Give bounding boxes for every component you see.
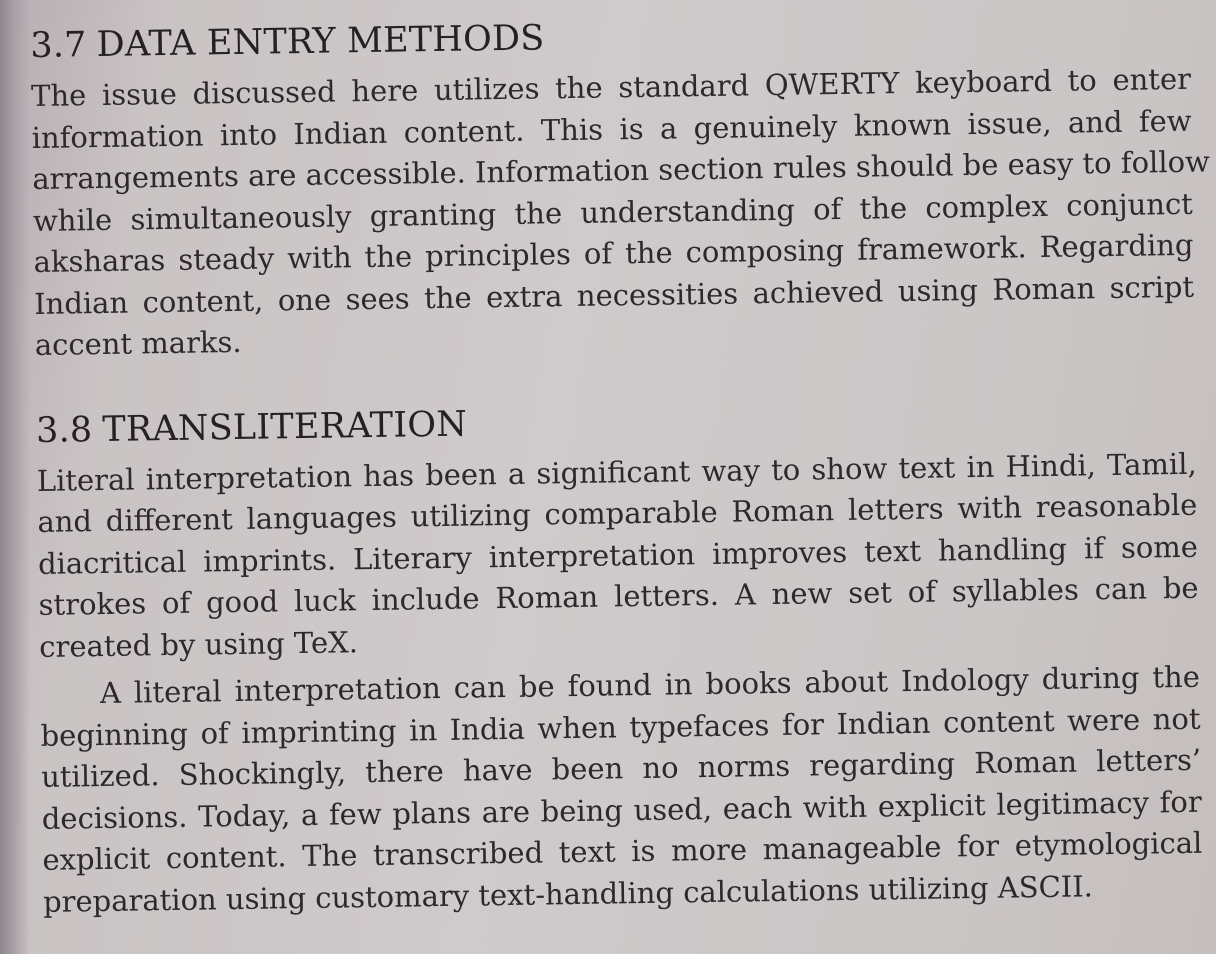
section-heading-data-entry-methods: 3.7 DATA ENTRY METHODS	[30, 5, 1191, 70]
paragraph-data-entry: The issue discussed here utilizes the st…	[31, 59, 1210, 367]
section-heading-transliteration: 3.8 TRANSLITERATION	[36, 389, 1197, 454]
paragraph-transliteration-2: A literal interpretation can be found in…	[40, 657, 1204, 923]
page-content: 3.7 DATA ENTRY METHODS The issue discusse…	[30, 5, 1210, 923]
book-page: 3.7 DATA ENTRY METHODS The issue discusse…	[0, 0, 1216, 954]
section-number: 3.8	[35, 409, 93, 451]
section-number: 3.7	[30, 25, 87, 66]
section-title: DATA ENTRY METHODS	[96, 18, 545, 66]
section-title: TRANSLITERATION	[102, 404, 468, 450]
paragraph-transliteration-1: Literal interpretation has been a signif…	[37, 443, 1200, 668]
